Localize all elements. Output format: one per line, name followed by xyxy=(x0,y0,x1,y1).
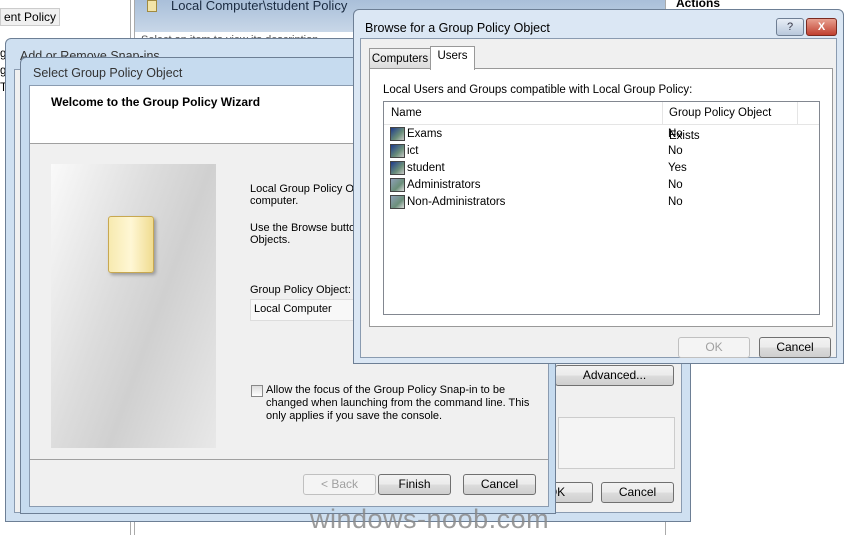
browse-body: Computers Users Local Users and Groups c… xyxy=(360,38,837,358)
wizard-separator xyxy=(30,459,548,460)
row-name: Exams xyxy=(407,128,443,140)
wizard-heading: Welcome to the Group Policy Wizard xyxy=(51,95,261,109)
wizard-text-1: Local Group Policy Ob computer. xyxy=(250,183,360,207)
gpo-label: Group Policy Object: xyxy=(250,284,351,296)
intro-line: computer. xyxy=(250,195,299,207)
help-button[interactable]: ? xyxy=(776,18,804,36)
column-header-name[interactable]: Name xyxy=(391,107,661,119)
list-header: Name Group Policy Object Exists xyxy=(384,102,819,142)
focus-checkbox[interactable] xyxy=(251,385,263,397)
row-name: Administrators xyxy=(407,179,481,191)
gpo-value: Local Computer xyxy=(254,303,332,315)
users-list[interactable]: Name Group Policy Object Exists Exams No … xyxy=(383,101,820,315)
list-row[interactable]: Non-Administrators No xyxy=(390,194,810,211)
scroll-icon xyxy=(108,216,154,273)
help-icon: ? xyxy=(786,21,794,33)
list-row[interactable]: ict No xyxy=(390,143,810,160)
tab-users[interactable]: Users xyxy=(430,46,475,70)
group-icon xyxy=(390,194,405,209)
policy-icon xyxy=(147,0,157,12)
user-icon xyxy=(390,143,405,158)
browse-ok-button[interactable]: OK xyxy=(678,337,750,358)
browse-line: Use the Browse butto xyxy=(250,222,356,234)
watermark: windows-noob.com xyxy=(310,504,550,534)
row-exists: No xyxy=(668,128,683,140)
list-caption: Local Users and Groups compatible with L… xyxy=(383,84,693,96)
row-exists: No xyxy=(668,179,683,191)
wizard-side-image xyxy=(51,164,216,448)
wizard-title: Select Group Policy Object xyxy=(33,66,183,80)
browse-cancel-button[interactable]: Cancel xyxy=(759,337,831,358)
intro-line: Local Group Policy Ob xyxy=(250,183,361,195)
tab-label: Computers xyxy=(371,53,429,65)
wizard-text-2: Use the Browse butto Objects. xyxy=(250,222,355,246)
tab-label: Users xyxy=(437,50,468,62)
row-exists: No xyxy=(668,145,683,157)
browse-title: Browse for a Group Policy Object xyxy=(365,21,550,35)
close-button[interactable]: X xyxy=(806,18,837,36)
finish-button[interactable]: Finish xyxy=(378,474,451,495)
close-icon: X xyxy=(817,21,826,33)
snapins-description-box xyxy=(558,417,675,469)
tree-item-policy[interactable]: ent Policy xyxy=(0,8,61,26)
back-button[interactable]: < Back xyxy=(303,474,376,495)
row-exists: Yes xyxy=(668,162,687,174)
tab-panel: Local Users and Groups compatible with L… xyxy=(369,68,833,327)
browse-dialog: Browse for a Group Policy Object ? X Com… xyxy=(353,9,844,364)
browse-line: Objects. xyxy=(250,234,291,246)
list-row[interactable]: Exams No xyxy=(390,126,810,143)
user-icon xyxy=(390,126,405,141)
row-name: Non-Administrators xyxy=(407,196,506,208)
user-icon xyxy=(390,160,405,175)
row-exists: No xyxy=(668,196,683,208)
focus-checkbox-label: Allow the focus of the Group Policy Snap… xyxy=(266,384,530,422)
list-row[interactable]: Administrators No xyxy=(390,177,810,194)
wizard-cancel-button[interactable]: Cancel xyxy=(463,474,536,495)
main-title: Local Computer\student Policy xyxy=(171,0,348,13)
group-icon xyxy=(390,177,405,192)
advanced-button[interactable]: Advanced... xyxy=(555,365,674,386)
snapins-cancel-button[interactable]: Cancel xyxy=(601,482,674,503)
column-header-exists[interactable]: Group Policy Object Exists xyxy=(662,102,798,142)
list-row[interactable]: student Yes xyxy=(390,160,810,177)
row-name: student xyxy=(407,162,445,174)
row-name: ict xyxy=(407,145,419,157)
tab-computers[interactable]: Computers xyxy=(369,48,431,69)
gpo-field[interactable]: Local Computer xyxy=(250,299,360,321)
